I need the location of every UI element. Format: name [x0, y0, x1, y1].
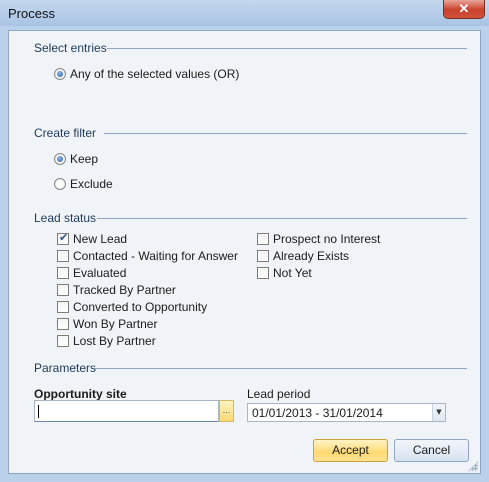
checkbox-contacted-waiting[interactable]: Contacted - Waiting for Answer: [57, 248, 238, 264]
radio-exclude[interactable]: Exclude: [54, 176, 113, 192]
select-entries-heading: Select entries: [34, 41, 107, 55]
checkbox-label: Already Exists: [273, 249, 350, 263]
checkbox-label: Won By Partner: [73, 317, 158, 331]
checkbox-label: Converted to Opportunity: [73, 300, 208, 314]
checkbox-evaluated[interactable]: Evaluated: [57, 265, 126, 281]
lead-status-divider: [97, 218, 467, 219]
checkbox-label: Not Yet: [273, 266, 312, 280]
checkbox-icon: [257, 233, 269, 245]
radio-label: Exclude: [70, 177, 113, 191]
checkbox-icon: [257, 250, 269, 262]
checkbox-label: Tracked By Partner: [73, 283, 176, 297]
accept-button[interactable]: Accept: [313, 439, 388, 462]
parameters-heading: Parameters: [34, 361, 97, 375]
cancel-button[interactable]: Cancel: [394, 439, 469, 462]
checkbox-icon: [57, 250, 69, 262]
checkbox-not-yet[interactable]: Not Yet: [257, 265, 312, 281]
checkbox-label: New Lead: [73, 232, 128, 246]
radio-label: Any of the selected values (OR): [70, 67, 240, 81]
checkbox-icon: [57, 301, 69, 313]
checkbox-icon: [57, 335, 69, 347]
create-filter-heading: Create filter: [34, 126, 97, 140]
chevron-down-icon[interactable]: ▼: [432, 404, 445, 421]
checkbox-label: Prospect no Interest: [273, 232, 381, 246]
checkbox-label: Contacted - Waiting for Answer: [73, 249, 238, 263]
lead-status-heading: Lead status: [34, 211, 97, 225]
radio-label: Keep: [70, 152, 99, 166]
checkbox-converted-to-opportunity[interactable]: Converted to Opportunity: [57, 299, 207, 315]
select-entries-divider: [107, 48, 467, 49]
radio-any-selected-or[interactable]: Any of the selected values (OR): [54, 66, 239, 82]
checkbox-new-lead[interactable]: New Lead: [57, 231, 127, 247]
dialog-body: Select entries Any of the selected value…: [8, 30, 481, 474]
checkbox-icon: [257, 267, 269, 279]
radio-on-icon: [54, 68, 66, 80]
opportunity-site-browse-button[interactable]: ...: [219, 400, 234, 422]
checkbox-label: Evaluated: [73, 266, 127, 280]
checkbox-icon: [57, 318, 69, 330]
text-caret: [38, 405, 39, 418]
ellipsis-icon: ...: [222, 405, 231, 415]
parameters-divider: [94, 368, 467, 369]
close-button[interactable]: ✕: [443, 0, 485, 19]
checkbox-checked-icon: [57, 231, 69, 245]
resize-grip-icon[interactable]: [468, 461, 478, 471]
create-filter-divider: [104, 133, 467, 134]
checkbox-won-by-partner[interactable]: Won By Partner: [57, 316, 157, 332]
radio-keep[interactable]: Keep: [54, 151, 98, 167]
checkbox-already-exists[interactable]: Already Exists: [257, 248, 349, 264]
opportunity-site-label: Opportunity site: [34, 387, 127, 401]
checkbox-tracked-by-partner[interactable]: Tracked By Partner: [57, 282, 176, 298]
checkbox-label: Lost By Partner: [73, 334, 156, 348]
radio-off-icon: [54, 178, 66, 190]
checkbox-prospect-no-interest[interactable]: Prospect no Interest: [257, 231, 380, 247]
close-icon: ✕: [458, 1, 470, 16]
lead-period-value: 01/01/2013 - 31/01/2014: [252, 406, 383, 420]
checkbox-icon: [57, 267, 69, 279]
window-title: Process: [8, 6, 55, 21]
title-bar: Process ✕: [0, 0, 489, 26]
opportunity-site-input[interactable]: [34, 400, 219, 422]
radio-on-icon: [54, 153, 66, 165]
lead-period-label: Lead period: [247, 387, 311, 401]
checkbox-icon: [57, 284, 69, 296]
lead-period-dropdown[interactable]: 01/01/2013 - 31/01/2014 ▼: [247, 403, 446, 422]
checkbox-lost-by-partner[interactable]: Lost By Partner: [57, 333, 156, 349]
